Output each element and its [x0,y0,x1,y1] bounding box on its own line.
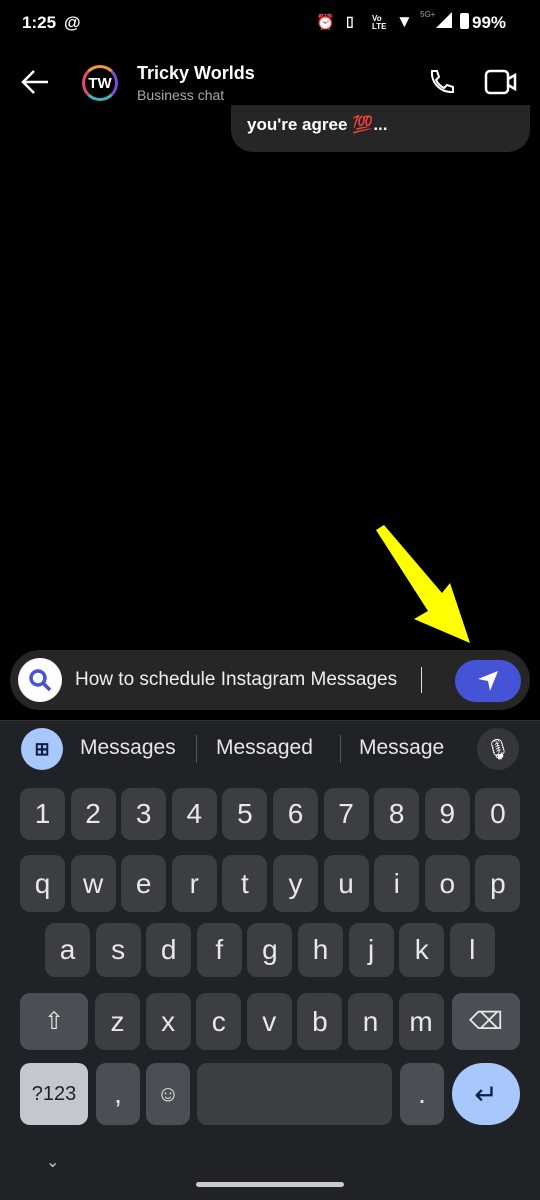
home-indicator[interactable] [196,1182,344,1187]
key-d[interactable]: d [146,923,192,977]
shift-key[interactable]: ⇧ [20,993,88,1050]
search-icon [29,669,52,692]
chat-subtitle: Business chat [137,87,225,103]
key-i[interactable]: i [374,855,420,912]
key-m[interactable]: m [398,993,444,1050]
suggestion-3[interactable]: Message [359,736,444,760]
suggestion-2[interactable]: Messaged [216,736,313,760]
key-6[interactable]: 6 [273,788,318,840]
key-b[interactable]: b [297,993,343,1050]
apps-grid-icon[interactable]: ⊞ [21,728,63,770]
symbols-key[interactable]: ?123 [20,1063,88,1125]
key-c[interactable]: c [196,993,242,1050]
key-4[interactable]: 4 [171,788,217,840]
clock: 1:25 [22,13,57,32]
phone-icon[interactable] [426,68,454,96]
suggestion-1[interactable]: Messages [80,736,176,760]
avatar[interactable]: TW [82,65,118,101]
space-key[interactable] [197,1063,392,1125]
microphone-icon[interactable]: 🎙 [477,728,519,770]
network-type: 5G+ [420,10,436,19]
send-button[interactable] [455,660,521,702]
key-0[interactable]: 0 [475,788,521,840]
key-u[interactable]: u [323,855,369,912]
key-p[interactable]: p [475,855,521,912]
send-icon [478,671,498,691]
key-9[interactable]: 9 [424,788,470,840]
key-s[interactable]: s [95,923,141,977]
text-cursor [421,667,422,693]
wifi-icon: ▼ [396,12,413,31]
backspace-key[interactable]: ⌫ [452,993,520,1050]
key-e[interactable]: e [121,855,167,912]
search-button[interactable] [18,658,62,702]
battery-level: 99% [472,13,507,32]
enter-key[interactable]: ↵ [452,1063,520,1125]
annotation-arrow [376,525,470,643]
key-2[interactable]: 2 [70,788,116,840]
key-z[interactable]: z [95,993,140,1050]
divider [340,735,341,763]
status-bar: 1:25 @ ⏰ ▯ Vo LTE ▼ 5G+ 99% [0,10,540,36]
emoji-key[interactable]: ☺ [146,1063,190,1125]
period-key[interactable]: . [400,1063,444,1125]
key-n[interactable]: n [348,993,393,1050]
key-5[interactable]: 5 [222,788,268,840]
key-v[interactable]: v [246,993,292,1050]
message-composer: How to schedule Instagram Messages [10,650,530,710]
key-l[interactable]: l [449,923,495,977]
key-x[interactable]: x [145,993,191,1050]
key-f[interactable]: f [196,923,242,977]
key-g[interactable]: g [247,923,293,977]
alarm-icon: ⏰ [316,14,335,31]
divider [196,735,197,763]
key-h[interactable]: h [298,923,343,977]
key-y[interactable]: y [273,855,318,912]
key-w[interactable]: w [70,855,116,912]
vibrate-icon: ▯ [346,13,354,29]
key-q[interactable]: q [20,855,65,912]
key-t[interactable]: t [222,855,268,912]
chat-title[interactable]: Tricky Worlds [137,63,255,84]
key-k[interactable]: k [399,923,445,977]
key-1[interactable]: 1 [20,788,65,840]
signal-icon [436,12,452,28]
message-input[interactable]: How to schedule Instagram Messages [75,669,397,691]
key-8[interactable]: 8 [374,788,420,840]
key-a[interactable]: a [45,923,90,977]
video-call-icon[interactable] [484,68,518,96]
app-notification-icon: @ [64,13,81,32]
hide-keyboard-icon[interactable]: ⌄ [46,1152,59,1172]
key-3[interactable]: 3 [121,788,167,840]
comma-key[interactable]: , [96,1063,140,1125]
volte-icon: Vo LTE [372,14,387,31]
key-r[interactable]: r [171,855,217,912]
message-bubble[interactable]: you're agree 💯... [231,105,530,152]
key-o[interactable]: o [424,855,470,912]
back-arrow-icon[interactable] [20,68,50,96]
battery-icon [460,13,469,29]
key-j[interactable]: j [348,923,394,977]
key-7[interactable]: 7 [323,788,369,840]
